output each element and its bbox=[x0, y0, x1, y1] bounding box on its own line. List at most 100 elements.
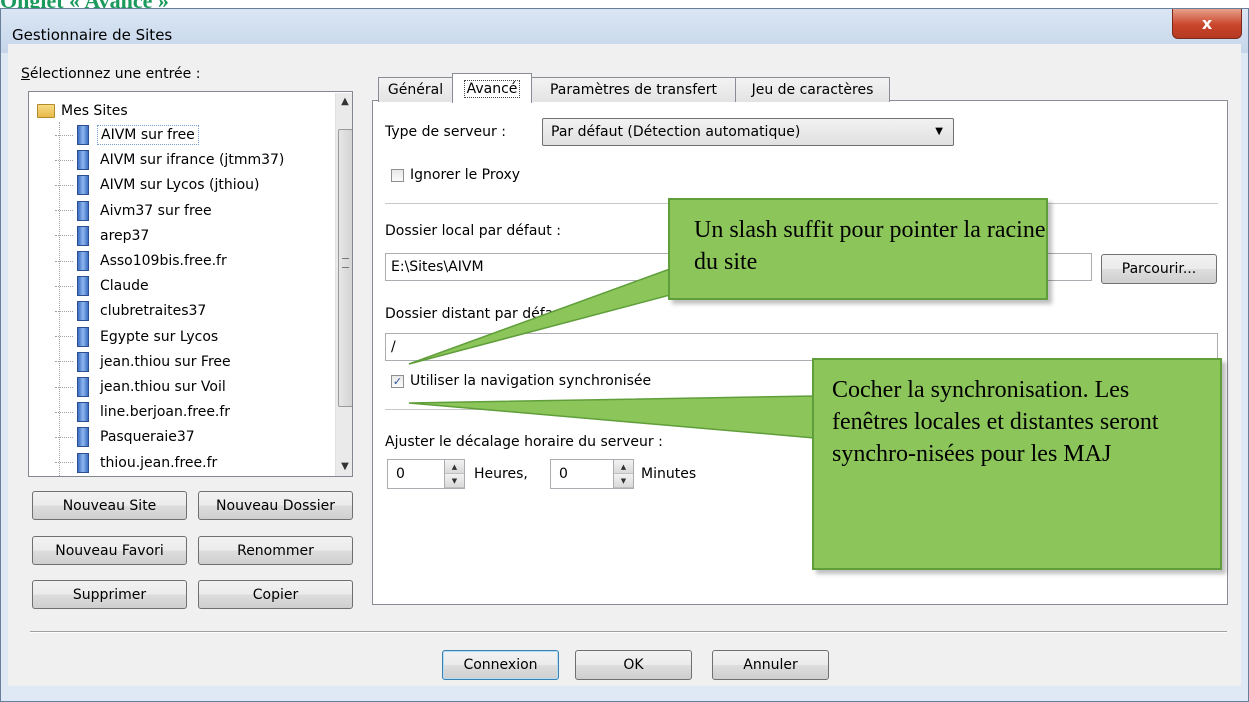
tree-item[interactable]: jean.thiou sur Voil bbox=[55, 375, 229, 399]
spin-down-icon[interactable]: ▼ bbox=[614, 474, 633, 488]
select-entry-label-text: électionnez une entrée : bbox=[29, 66, 201, 82]
site-icon bbox=[77, 377, 89, 397]
connect-button[interactable]: Connexion bbox=[442, 650, 559, 680]
delete-button[interactable]: Supprimer bbox=[32, 580, 187, 609]
tree-connector bbox=[55, 184, 73, 186]
sync-navigation-label: Utiliser la navigation synchronisée bbox=[410, 373, 652, 389]
hours-stepper[interactable]: 0 ▲ ▼ bbox=[387, 459, 465, 489]
sync-callout-text: Cocher la synchronisation. Les fenêtres … bbox=[832, 377, 1159, 467]
site-tree[interactable]: Mes Sites AIVM sur free AIVM sur ifrance … bbox=[28, 91, 353, 477]
minutes-spin-buttons[interactable]: ▲ ▼ bbox=[613, 460, 633, 488]
tree-item[interactable]: jean.thiou sur Free bbox=[55, 350, 234, 374]
scroll-up-icon[interactable]: ▲ bbox=[336, 93, 352, 111]
site-icon bbox=[77, 326, 89, 347]
local-folder-value: E:\Sites\AIVM bbox=[391, 259, 484, 275]
site-icon bbox=[77, 125, 89, 145]
page-caption: Onglet « Avancé » bbox=[0, 0, 169, 13]
tab-transfer-settings[interactable]: Paramètres de transfert bbox=[531, 77, 736, 102]
copy-button[interactable]: Copier bbox=[198, 580, 353, 609]
grip-icon bbox=[342, 258, 349, 268]
minutes-label: Minutes bbox=[641, 466, 697, 482]
hours-spin-buttons[interactable]: ▲ ▼ bbox=[444, 460, 464, 488]
server-type-label: Type de serveur : bbox=[385, 124, 506, 140]
spin-up-icon[interactable]: ▲ bbox=[445, 460, 464, 474]
rename-button[interactable]: Renommer bbox=[198, 536, 353, 565]
site-icon bbox=[77, 225, 89, 246]
site-icon bbox=[77, 402, 89, 423]
select-entry-label: Sélectionnez une entrée : bbox=[21, 66, 201, 82]
tree-item[interactable]: AIVM sur free bbox=[55, 123, 199, 147]
tab-charset-label: Jeu de caractères bbox=[751, 82, 874, 98]
spin-up-icon[interactable]: ▲ bbox=[614, 460, 633, 474]
tab-general[interactable]: Général bbox=[378, 77, 453, 102]
tree-connector bbox=[55, 285, 73, 287]
tree-item-label: arep37 bbox=[100, 227, 150, 244]
tree-item[interactable]: line.berjoan.free.fr bbox=[55, 400, 233, 424]
site-icon bbox=[77, 276, 89, 297]
tab-transfer-settings-label: Paramètres de transfert bbox=[549, 82, 717, 98]
tab-charset[interactable]: Jeu de caractères bbox=[735, 77, 890, 102]
tree-root[interactable]: Mes Sites bbox=[37, 100, 128, 122]
site-icon bbox=[77, 175, 89, 196]
tree-connector bbox=[55, 260, 73, 262]
tree-connector bbox=[55, 210, 73, 212]
tree-connector bbox=[55, 436, 73, 438]
hours-value: 0 bbox=[396, 466, 405, 482]
new-site-button[interactable]: Nouveau Site bbox=[32, 491, 187, 520]
ok-button[interactable]: OK bbox=[575, 650, 692, 680]
tree-connector bbox=[55, 159, 73, 161]
tree-item-label: AIVM sur free bbox=[97, 125, 199, 145]
tree-item-label: jean.thiou sur Free bbox=[100, 353, 231, 370]
tree-item-label: Egypte sur Lycos bbox=[100, 328, 219, 345]
tree-item[interactable]: Claude bbox=[55, 274, 152, 298]
tree-scrollbar[interactable]: ▲ ▼ bbox=[335, 93, 352, 476]
tab-advanced[interactable]: Avancé bbox=[452, 73, 532, 103]
tree-item[interactable]: AIVM sur ifrance (jtmm37) bbox=[55, 148, 287, 172]
time-offset-label: Ajuster le décalage horaire du serveur : bbox=[385, 434, 663, 450]
tree-item-label: line.berjoan.free.fr bbox=[100, 404, 231, 421]
spin-down-icon[interactable]: ▼ bbox=[445, 474, 464, 488]
minutes-stepper[interactable]: 0 ▲ ▼ bbox=[550, 459, 634, 489]
scroll-down-icon[interactable]: ▼ bbox=[336, 458, 352, 476]
cancel-button[interactable]: Annuler bbox=[712, 650, 829, 680]
tab-advanced-label: Avancé bbox=[463, 79, 521, 98]
server-type-select[interactable]: Par défaut (Détection automatique) ▼ bbox=[542, 118, 954, 146]
slash-callout-text: Un slash suffit pour pointer la racine d… bbox=[694, 217, 1046, 275]
tree-item[interactable]: Asso109bis.free.fr bbox=[55, 249, 230, 273]
sync-navigation-checkbox[interactable]: ✓ bbox=[391, 375, 404, 388]
tree-item[interactable]: arep37 bbox=[55, 224, 152, 248]
site-icon bbox=[77, 351, 89, 372]
tree-connector bbox=[55, 361, 73, 363]
tree-connector bbox=[55, 336, 73, 338]
slash-callout: Un slash suffit pour pointer la racine d… bbox=[668, 198, 1048, 300]
tree-item[interactable]: thiou.jean.free.fr bbox=[55, 451, 220, 475]
close-button[interactable]: x bbox=[1172, 9, 1242, 39]
tree-connector bbox=[55, 462, 73, 464]
site-icon bbox=[77, 200, 89, 221]
scroll-thumb[interactable] bbox=[338, 129, 352, 407]
tree-item-label: Claude bbox=[100, 278, 149, 295]
tree-item[interactable]: AIVM sur Lycos (jthiou) bbox=[55, 173, 263, 197]
tree-item[interactable]: clubretraites37 bbox=[55, 299, 209, 323]
ignore-proxy-checkbox[interactable] bbox=[391, 169, 404, 182]
tree-connector bbox=[55, 134, 73, 136]
folder-icon bbox=[37, 104, 55, 118]
new-favorite-button[interactable]: Nouveau Favori bbox=[32, 536, 187, 565]
window-title: Gestionnaire de Sites bbox=[12, 26, 173, 44]
remote-folder-input[interactable]: / bbox=[385, 333, 1218, 361]
tree-item[interactable]: Aivm37 sur free bbox=[55, 199, 215, 223]
tree-item[interactable]: Pasqueraie37 bbox=[55, 425, 198, 449]
checkmark-icon: ✓ bbox=[392, 375, 403, 388]
tree-item-label: thiou.jean.free.fr bbox=[100, 454, 218, 471]
tree-item-label: Asso109bis.free.fr bbox=[100, 253, 227, 269]
close-icon: x bbox=[1201, 14, 1213, 33]
tree-item[interactable]: Egypte sur Lycos bbox=[55, 325, 221, 349]
minutes-value: 0 bbox=[559, 466, 568, 482]
new-folder-button[interactable]: Nouveau Dossier bbox=[198, 491, 353, 520]
footer-separator bbox=[30, 631, 1227, 633]
ignore-proxy-label: Ignorer le Proxy bbox=[410, 167, 521, 183]
hours-label: Heures, bbox=[474, 466, 528, 482]
browse-button[interactable]: Parcourir... bbox=[1101, 254, 1217, 284]
remote-folder-value: / bbox=[391, 339, 396, 355]
tree-item-label: clubretraites37 bbox=[100, 303, 207, 320]
